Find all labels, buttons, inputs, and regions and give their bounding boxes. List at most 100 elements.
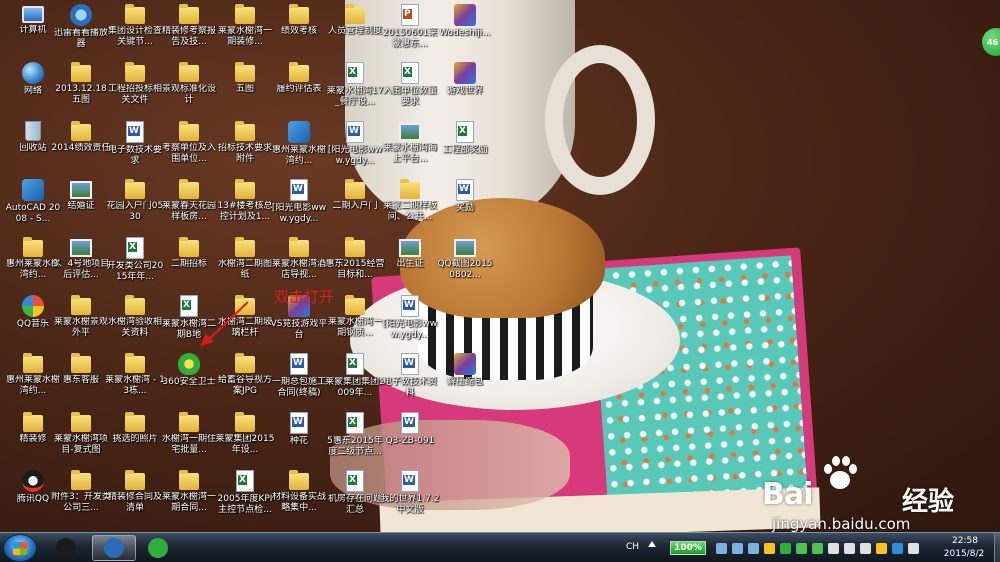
desktop-icon[interactable]: 3、4号地项目后评估... xyxy=(52,237,110,281)
tray-volume-icon[interactable] xyxy=(828,543,839,554)
desktop-icon[interactable]: 莱蒙水榭湾一期钢质... xyxy=(326,295,384,339)
desktop-icon[interactable]: 入围单位数量要求 xyxy=(381,62,439,108)
clock-time[interactable]: 22:58 xyxy=(940,536,990,546)
desktop-icon[interactable]: 电子数技术要求 xyxy=(106,121,164,167)
desktop-icon[interactable]: 花园入户门0530 xyxy=(106,179,164,223)
desktop-icon[interactable]: 莱蒙水榭湾一期装修... xyxy=(216,4,274,48)
desktop-icon[interactable]: 种花 xyxy=(270,412,328,447)
desktop-icon[interactable]: 惠东客服 xyxy=(52,353,110,386)
desktop-icon[interactable]: 莱蒙水榭湾项目-复式图 xyxy=(52,412,110,456)
battery-indicator[interactable]: 100% xyxy=(670,541,706,555)
tray-shield-icon[interactable] xyxy=(796,543,807,554)
tray-app-icon-5[interactable] xyxy=(780,543,791,554)
desktop-icon[interactable]: 挑选的照片 xyxy=(106,412,164,445)
desktop-icon[interactable]: 结婚证 xyxy=(52,179,110,212)
desktop-icon[interactable]: 精装修合同及清单 xyxy=(106,470,164,514)
desktop-icon[interactable]: 景观标准化设计 xyxy=(160,62,218,106)
desktop-icon[interactable]: 莱蒙水榭湾酒店导视... xyxy=(270,237,328,281)
desktop-icon[interactable]: 水榭湾一期住宅批量... xyxy=(160,412,218,456)
start-button[interactable] xyxy=(3,534,37,562)
desktop-icon[interactable]: [阳光电影www.ygdy... xyxy=(270,179,328,225)
desktop-icon[interactable]: 水榭湾验收相关资料 xyxy=(106,295,164,339)
tray-app-icon-7[interactable] xyxy=(812,543,823,554)
desktop-icon[interactable]: 莱蒙水榭湾海上平台... xyxy=(381,121,439,165)
show-desktop-button[interactable] xyxy=(994,533,1000,562)
desktop-icon[interactable]: 迅雷看看播放器 xyxy=(52,4,110,50)
desktop-icon[interactable]: 绩效考核 xyxy=(270,4,328,37)
desktop-icon[interactable]: 奖励 xyxy=(436,179,494,214)
tray-app-icon-12[interactable] xyxy=(892,543,903,554)
desktop-icon[interactable]: 考察单位及入围单位... xyxy=(160,121,218,165)
folder-icon xyxy=(179,470,199,490)
desktop-icon[interactable]: 莱蒙集团2015年设... xyxy=(216,412,274,456)
desktop-icon[interactable]: 附件3：开发类公司三... xyxy=(51,470,111,514)
desktop-icon[interactable]: 20150601莱蒙惠东... xyxy=(381,4,439,50)
floating-speed-widget[interactable]: 46 xyxy=(982,28,1000,56)
desktop-icon[interactable]: 履约评估表 xyxy=(270,62,328,95)
desktop-icon[interactable]: 2014绩效责任 xyxy=(52,121,110,154)
desktop-icon[interactable]: 工程部奖励 xyxy=(436,121,494,156)
annotation-arrow xyxy=(200,301,249,346)
desktop-icon[interactable]: Q3-ZB-091 xyxy=(381,412,439,447)
desktop-icon[interactable]: 莱蒙二期样板间、公共... xyxy=(381,179,439,223)
desktop-icon[interactable]: 解压缩包 xyxy=(436,353,494,388)
desktop-icon[interactable]: 莱蒙水榭湾17_餐厅设... xyxy=(326,62,384,108)
desktop-icon-label: 2013.12.18五图 xyxy=(55,84,107,105)
desktop-icon[interactable]: 出生证 xyxy=(381,237,439,270)
desktop-icon[interactable]: 招标技术要求附件 xyxy=(216,121,274,165)
desktop-icon[interactable]: 机房存在问题汇总 xyxy=(326,470,384,516)
desktop-icon[interactable]: 13#楼考核总控计划及1... xyxy=(216,179,274,223)
tray-app-icon-11[interactable] xyxy=(876,543,887,554)
tray-network-icon[interactable] xyxy=(844,543,855,554)
desktop-icon[interactable]: [阳光电影www.ygdy... xyxy=(381,295,439,341)
pc-icon xyxy=(22,6,44,23)
desktop-icon[interactable]: 2013.12.18五图 xyxy=(52,62,110,106)
desktop-icon[interactable]: 游戏世界 xyxy=(436,62,494,97)
xls-icon xyxy=(346,412,364,434)
desktop-icon[interactable]: 一期总包施工合同(终稿) xyxy=(270,353,328,399)
desktop-icon[interactable]: 惠州莱蒙水榭湾约... xyxy=(270,121,328,167)
tray-app-icon-4[interactable] xyxy=(764,543,775,554)
desktop-icon[interactable]: 人员管理制度 xyxy=(326,4,384,37)
desktop[interactable]: 计算机 网络 回收站 AutoCAD 2008 - S... 惠州莱蒙水榭湾约... QQ… xyxy=(0,0,1000,532)
taskbar-button[interactable] xyxy=(44,535,88,561)
desktop-icon[interactable]: 材料设备实战略集中... xyxy=(270,470,328,514)
desktop-icon[interactable]: 二期入户门 xyxy=(326,179,384,212)
desktop-icon[interactable]: 莱蒙集团集团2009年... xyxy=(325,353,385,399)
input-method-indicator[interactable]: CH xyxy=(626,542,639,552)
tray-app-icon-2[interactable] xyxy=(732,543,743,554)
desktop-icon[interactable]: 我的世界1.7.2 中文版 xyxy=(381,470,439,516)
desktop-icon[interactable]: 给蓄谷导视方案JPG xyxy=(216,353,274,397)
desktop-icon-label: 2014绩效责任 xyxy=(51,143,111,153)
desktop-icon[interactable]: 莱蒙水榭湾 - 13栋... xyxy=(105,353,165,397)
desktop-icon[interactable]: 工程招投标相关文件 xyxy=(106,62,164,106)
tray-flag-icon[interactable] xyxy=(860,543,871,554)
desktop-icon[interactable]: 莱蒙春天花园样板房... xyxy=(160,179,218,223)
desktop-icon[interactable]: [阳光电影www.ygdy... xyxy=(326,121,384,167)
desktop-icon[interactable]: 集团设计检查关键节... xyxy=(106,4,164,48)
taskbar-button[interactable] xyxy=(92,535,136,561)
desktop-icon[interactable]: 莱蒙水榭湾一期合同... xyxy=(160,470,218,514)
desktop-icon[interactable]: 电子数技术资料 xyxy=(381,353,439,399)
clock-date[interactable]: 2015/8/2 xyxy=(934,549,994,559)
desktop-icon[interactable]: 五图 xyxy=(216,62,274,95)
desktop-icon[interactable]: 2005年度KPI主控节点检... xyxy=(216,470,274,516)
taskbar-button[interactable] xyxy=(136,535,180,561)
folder-icon xyxy=(345,4,365,24)
desktop-icon[interactable]: Wodeshiji... xyxy=(436,4,494,39)
tray-app-icon-1[interactable] xyxy=(716,543,727,554)
desktop-icon[interactable]: 5惠东2015年度二级节点... xyxy=(326,412,384,458)
desktop-icon[interactable]: 惠东2015经营目标和... xyxy=(326,237,384,281)
tray-app-icon-13[interactable] xyxy=(908,543,919,554)
desktop-icon-label: 精装修合同及清单 xyxy=(107,492,162,513)
show-hidden-icons-icon[interactable] xyxy=(648,541,656,547)
desktop-icon[interactable]: 水榭湾二期图纸 xyxy=(216,237,274,281)
folder-icon xyxy=(71,353,91,373)
desktop-icon[interactable]: 精装修考察报告及技... xyxy=(160,4,218,48)
desktop-icon[interactable]: 二期招标 xyxy=(160,237,218,270)
desktop-icon[interactable]: 开发类公司2015年年... xyxy=(106,237,164,283)
desktop-icon[interactable]: 360安全卫士 xyxy=(160,353,218,388)
desktop-icon[interactable]: 莱蒙水榭景观外平 xyxy=(52,295,110,339)
desktop-icon[interactable]: QQ截图20150802... xyxy=(436,237,494,281)
tray-app-icon-3[interactable] xyxy=(748,543,759,554)
